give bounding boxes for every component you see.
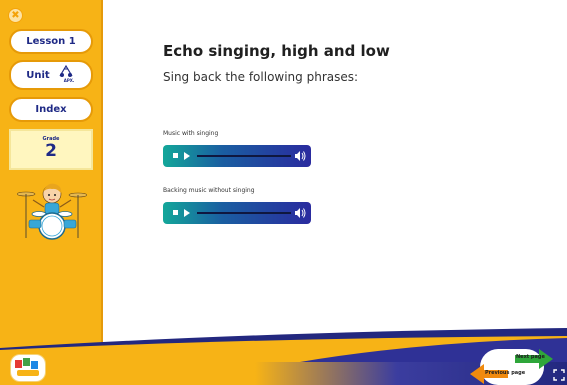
lesson-label: Lesson 1	[26, 36, 76, 47]
stop-icon[interactable]	[173, 210, 178, 215]
bottom-wave-decoration	[0, 328, 567, 362]
logo-icon	[15, 358, 39, 376]
index-label: Index	[35, 104, 67, 115]
audio-label-2: Backing music without singing	[163, 187, 255, 194]
unit-label: Unit	[26, 69, 50, 81]
close-button[interactable]: ✖	[8, 8, 23, 23]
volume-icon[interactable]	[294, 206, 306, 220]
app-logo[interactable]	[10, 354, 46, 382]
fullscreen-icon[interactable]	[553, 369, 565, 381]
unit-row: Unit ΑΡΧ.	[26, 64, 75, 86]
previous-page-label[interactable]: Previous page	[485, 370, 525, 376]
close-icon: ✖	[11, 10, 20, 21]
audio-player-2	[163, 202, 311, 224]
next-page-label[interactable]: Next page	[516, 354, 545, 360]
app-frame: ✖ Lesson 1 Unit ΑΡΧ. Index Grade 2 Echo …	[0, 0, 567, 385]
page-subtitle: Sing back the following phrases:	[163, 70, 359, 84]
lesson-button[interactable]: Lesson 1	[9, 29, 93, 54]
music-note-badge-icon: ΑΡΧ.	[56, 64, 76, 86]
stop-icon[interactable]	[173, 153, 178, 158]
volume-icon[interactable]	[294, 149, 306, 163]
audio-player-1	[163, 145, 311, 167]
unit-badge-text: ΑΡΧ.	[63, 78, 75, 83]
progress-slider[interactable]	[197, 155, 291, 157]
grade-box: Grade 2	[9, 129, 93, 170]
unit-button[interactable]: Unit ΑΡΧ.	[9, 60, 93, 90]
progress-slider[interactable]	[197, 212, 291, 214]
index-button[interactable]: Index	[9, 97, 93, 122]
page-title: Echo singing, high and low	[163, 42, 390, 60]
sidebar-edge	[101, 0, 103, 348]
play-icon[interactable]	[184, 209, 190, 217]
drummer-illustration	[17, 183, 87, 240]
play-icon[interactable]	[184, 152, 190, 160]
audio-label-1: Music with singing	[163, 130, 219, 137]
grade-value: 2	[45, 141, 57, 161]
